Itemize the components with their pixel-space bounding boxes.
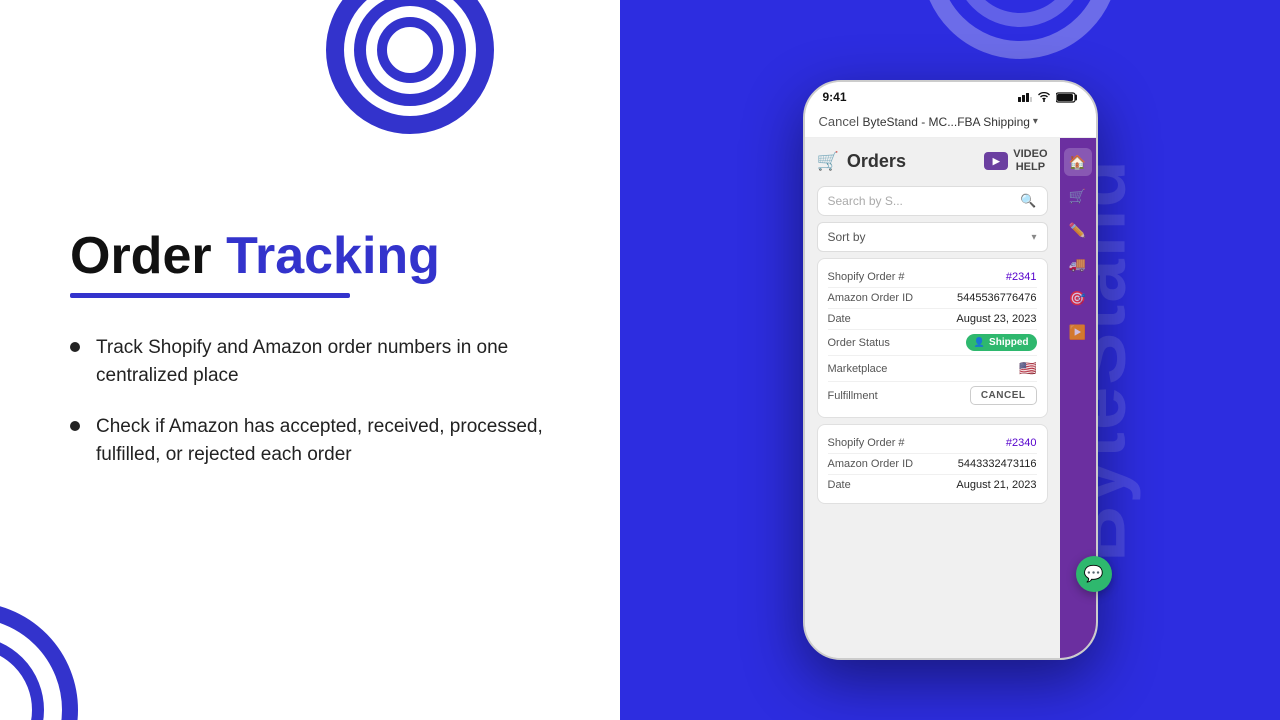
nav-dropdown-arrow[interactable]: ▾ bbox=[1033, 116, 1038, 127]
nav-bar: Cancel ByteStand - MC...FBA Shipping ▾ bbox=[805, 108, 1096, 138]
sort-by-dropdown[interactable]: Sort by ▾ bbox=[817, 222, 1048, 252]
nav-cancel-link[interactable]: Cancel bbox=[819, 114, 859, 129]
order2-amazon-label: Amazon Order ID bbox=[828, 458, 914, 470]
shopify-order-value: #2341 bbox=[1006, 271, 1037, 283]
nav-title: ByteStand - MC...FBA Shipping ▾ bbox=[863, 115, 1038, 129]
order2-row-date: Date August 21, 2023 bbox=[828, 475, 1037, 495]
search-icon: 🔍 bbox=[1020, 193, 1036, 209]
shopify-order-label: Shopify Order # bbox=[828, 271, 905, 283]
video-help-button[interactable]: ▶ VIDEOHELP bbox=[984, 148, 1047, 174]
order-row-marketplace: Marketplace 🇺🇸 bbox=[828, 356, 1037, 382]
order-card-1: Shopify Order # #2341 Amazon Order ID 54… bbox=[817, 258, 1048, 418]
cart-icon: 🛒 bbox=[817, 151, 839, 172]
main-content: 🛒 Orders ▶ VIDEOHELP Search by S... 🔍 bbox=[805, 138, 1060, 658]
feature-list: Track Shopify and Amazon order numbers i… bbox=[70, 334, 550, 492]
marketplace-flag: 🇺🇸 bbox=[1019, 360, 1036, 377]
search-bar[interactable]: Search by S... 🔍 bbox=[817, 186, 1048, 216]
deco-circles-bottom bbox=[0, 580, 100, 710]
amazon-order-value: 5445536776476 bbox=[957, 292, 1037, 304]
marketplace-label: Marketplace bbox=[828, 363, 888, 375]
sidebar-cart-icon[interactable]: 🛒 bbox=[1064, 182, 1092, 210]
date-value: August 23, 2023 bbox=[956, 313, 1036, 325]
time-display: 9:41 bbox=[823, 90, 847, 104]
heading-underline bbox=[70, 293, 350, 298]
bullet-dot bbox=[70, 421, 80, 431]
sidebar-home-icon[interactable]: 🏠 bbox=[1064, 148, 1092, 176]
order2-row-amazon: Amazon Order ID 5443332473116 bbox=[828, 454, 1037, 475]
order2-amazon-value: 5443332473116 bbox=[958, 458, 1037, 470]
play-icon: ▶ bbox=[984, 152, 1008, 170]
order-row-fulfillment: Fulfillment CANCEL bbox=[828, 382, 1037, 409]
video-help-label: VIDEOHELP bbox=[1013, 148, 1047, 174]
fulfillment-label: Fulfillment bbox=[828, 390, 878, 402]
order2-date-value: August 21, 2023 bbox=[956, 479, 1036, 491]
date-label: Date bbox=[828, 313, 851, 325]
shipped-icon: 👤 bbox=[974, 337, 985, 348]
status-badge: 👤 Shipped bbox=[966, 334, 1037, 351]
sidebar-play-icon[interactable]: ▶️ bbox=[1064, 318, 1092, 346]
order-row-date: Date August 23, 2023 bbox=[828, 309, 1037, 330]
order2-date-label: Date bbox=[828, 479, 851, 491]
status-label: Order Status bbox=[828, 337, 890, 349]
battery-icon bbox=[1056, 92, 1078, 103]
phone-frame: 9:41 bbox=[803, 80, 1098, 660]
order2-shopify-label: Shopify Order # bbox=[828, 437, 905, 449]
bullet-dot bbox=[70, 342, 80, 352]
status-icons bbox=[1018, 92, 1078, 103]
list-item: Check if Amazon has accepted, received, … bbox=[70, 413, 550, 468]
phone-content: 🛒 Orders ▶ VIDEOHELP Search by S... 🔍 bbox=[805, 138, 1096, 658]
order2-shopify-value: #2340 bbox=[1006, 437, 1037, 449]
sidebar-target-icon[interactable]: 🎯 bbox=[1064, 284, 1092, 312]
chat-bubble-button[interactable]: 💬 bbox=[1076, 556, 1112, 592]
amazon-order-label: Amazon Order ID bbox=[828, 292, 914, 304]
orders-title: 🛒 Orders bbox=[817, 151, 906, 172]
sidebar-edit-icon[interactable]: ✏️ bbox=[1064, 216, 1092, 244]
deco-circles-top bbox=[330, 0, 490, 130]
sort-by-arrow-icon: ▾ bbox=[1031, 232, 1036, 243]
main-heading: Order Tracking bbox=[70, 228, 550, 285]
phone-mockup: 9:41 bbox=[803, 80, 1098, 660]
left-panel: Order Tracking Track Shopify and Amazon … bbox=[0, 0, 620, 720]
cancel-fulfillment-button[interactable]: CANCEL bbox=[970, 386, 1037, 405]
sort-by-label: Sort by bbox=[828, 230, 866, 244]
right-panel: ByteStand 9:41 bbox=[620, 0, 1280, 720]
list-item: Track Shopify and Amazon order numbers i… bbox=[70, 334, 550, 389]
order-row-status: Order Status 👤 Shipped bbox=[828, 330, 1037, 356]
search-placeholder: Search by S... bbox=[828, 194, 1015, 208]
order-card-2: Shopify Order # #2340 Amazon Order ID 54… bbox=[817, 424, 1048, 504]
signal-icon bbox=[1018, 92, 1032, 102]
order2-row-shopify: Shopify Order # #2340 bbox=[828, 433, 1037, 454]
sidebar-truck-icon[interactable]: 🚚 bbox=[1064, 250, 1092, 278]
orders-header: 🛒 Orders ▶ VIDEOHELP bbox=[805, 138, 1060, 180]
order-row-shopify: Shopify Order # #2341 bbox=[828, 267, 1037, 288]
order-row-amazon: Amazon Order ID 5445536776476 bbox=[828, 288, 1037, 309]
status-bar: 9:41 bbox=[805, 82, 1096, 108]
wifi-icon bbox=[1037, 92, 1051, 103]
